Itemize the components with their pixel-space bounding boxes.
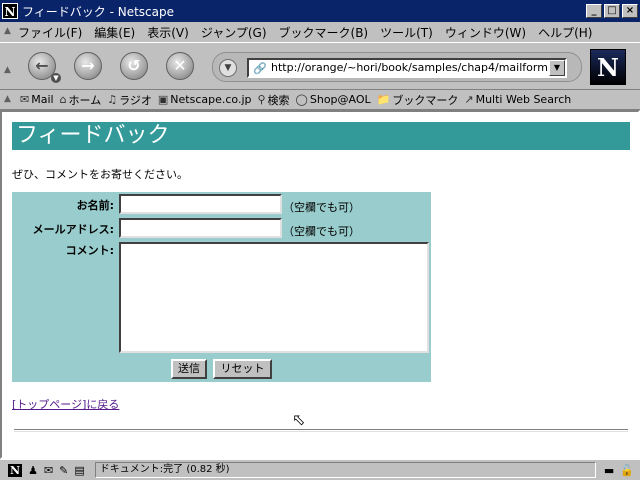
menu-file[interactable]: ファイル(F) <box>18 24 82 41</box>
submit-button[interactable]: 送信 <box>171 359 207 379</box>
stop-icon: ✕ <box>173 56 187 75</box>
collapse-grip-icon[interactable]: ▲ <box>4 26 12 38</box>
page-title: フィードバック <box>16 123 170 148</box>
reload-icon: ↺ <box>127 56 141 75</box>
comment-textarea[interactable] <box>119 242 429 353</box>
page-content: フィードバック ぜひ、コメントをお寄せください。 お名前: （空欄でも可） メー… <box>0 110 640 459</box>
history-dropdown-icon[interactable]: ▼ <box>51 73 61 83</box>
forward-button[interactable]: → <box>74 52 102 80</box>
netscape-logo[interactable]: N <box>590 49 626 85</box>
toolbar-netscape-jp[interactable]: ▣ Netscape.co.jp <box>158 93 252 106</box>
back-to-top-link[interactable]: [トップページ]に戻る <box>12 396 119 412</box>
toolbar-mail[interactable]: ✉ Mail <box>20 93 54 106</box>
toolbar-search-label: 検索 <box>267 93 290 107</box>
mail-icon: ✉ <box>20 93 30 106</box>
location-bar: ▼ 🔗 http://orange/~hori/book/samples/cha… <box>212 52 582 82</box>
toolbar-multi-web-search[interactable]: ↗ Multi Web Search <box>464 93 571 106</box>
close-button[interactable]: × <box>622 4 638 18</box>
menu-view[interactable]: 表示(V) <box>147 24 189 41</box>
navigation-toolbar: ▲ ← ▼ → ↺ ✕ ▼ 🔗 http://orange/~hori/book… <box>0 42 640 90</box>
email-label: メールアドレス: <box>32 223 114 236</box>
my-netscape-icon: ▣ <box>157 93 169 106</box>
name-optional-note: （空欄でも可） <box>283 201 360 214</box>
horizontal-rule <box>14 429 628 432</box>
stop-button[interactable]: ✕ <box>166 52 194 80</box>
mail-icon[interactable]: ✉ <box>44 464 53 477</box>
toolbar-home-label: ホーム <box>68 93 102 107</box>
collapse-grip-icon[interactable]: ▲ <box>4 94 11 104</box>
toolbar-multi-web-search-label: Multi Web Search <box>475 93 572 106</box>
email-optional-note: （空欄でも可） <box>283 225 360 238</box>
menu-tools[interactable]: ツール(T) <box>380 24 433 41</box>
menu-bar: ▲ ファイル(F) 編集(E) 表示(V) ジャンプ(G) ブックマーク(B) … <box>0 22 640 42</box>
collapse-grip-icon[interactable]: ▲ <box>4 65 11 75</box>
security-lock-icon[interactable]: 🔓 <box>620 464 634 477</box>
maximize-button[interactable]: □ <box>604 4 620 18</box>
netscape-navigator-icon[interactable]: N <box>8 463 23 477</box>
toolbar-bookmarks-label: ブックマーク <box>392 93 459 107</box>
aim-icon[interactable]: ♟ <box>28 464 38 477</box>
online-status-icon: ▬ <box>603 463 615 477</box>
minimize-button[interactable]: _ <box>586 4 602 18</box>
mouse-pointer-icon: ⬁ <box>292 410 306 429</box>
toolbar-mail-label: Mail <box>31 93 54 106</box>
back-arrow-icon: ← <box>35 56 49 75</box>
title-bar: N フィードバック - Netscape _ □ × <box>0 0 640 22</box>
name-label: お名前: <box>76 199 114 212</box>
comment-label: コメント: <box>65 244 114 257</box>
toolbar-netscape-jp-label: Netscape.co.jp <box>170 93 252 106</box>
toolbar-home[interactable]: ⌂ ホーム <box>60 92 102 108</box>
menu-go[interactable]: ジャンプ(G) <box>201 24 267 41</box>
toolbar-bookmarks[interactable]: 📁 ブックマーク <box>377 92 459 108</box>
personal-toolbar: ▲ ✉ Mail ⌂ ホーム ♫ ラジオ ▣ Netscape.co.jp ⚲ 検索 ◯ S… <box>0 90 640 110</box>
netscape-app-icon: N <box>2 3 18 19</box>
home-icon: ⌂ <box>59 93 67 106</box>
search-icon: ⚲ <box>257 93 266 106</box>
url-text: http://orange/~hori/book/samples/chap4/m… <box>271 61 567 74</box>
folder-icon: 📁 <box>376 93 391 106</box>
name-input[interactable] <box>119 194 282 214</box>
link-icon: ↗ <box>464 93 474 106</box>
toolbar-radio[interactable]: ♫ ラジオ <box>107 92 152 108</box>
url-history-dropdown-icon[interactable]: ▼ <box>549 60 565 76</box>
menu-bookmarks[interactable]: ブックマーク(B) <box>279 24 369 41</box>
menu-help[interactable]: ヘルプ(H) <box>538 24 592 41</box>
aol-icon: ◯ <box>295 93 308 106</box>
reset-button[interactable]: リセット <box>213 359 272 379</box>
status-text: ドキュメント:完了 (0.82 秒) <box>94 462 596 478</box>
back-button[interactable]: ← ▼ <box>28 52 61 83</box>
toolbar-search[interactable]: ⚲ 検索 <box>257 92 289 108</box>
forward-arrow-icon: → <box>81 56 95 75</box>
menu-window[interactable]: ウィンドウ(W) <box>445 24 526 41</box>
toolbar-shop-aol-label: Shop@AOL <box>309 93 371 106</box>
intro-text: ぜひ、コメントをお寄せください。 <box>12 168 188 181</box>
window-title: フィードバック - Netscape <box>22 4 174 19</box>
toolbar-shop-aol[interactable]: ◯ Shop@AOL <box>296 93 371 106</box>
page-proxy-icon[interactable]: 🔗 <box>253 62 267 75</box>
composer-icon[interactable]: ✎ <box>59 464 68 477</box>
address-book-icon[interactable]: ▤ <box>74 464 84 477</box>
reload-button[interactable]: ↺ <box>120 52 148 80</box>
email-input[interactable] <box>119 218 282 238</box>
url-input[interactable]: 🔗 http://orange/~hori/book/samples/chap4… <box>247 58 567 78</box>
feedback-form: お名前: （空欄でも可） メールアドレス: （空欄でも可） コメント: 送信 リ… <box>12 192 431 382</box>
page-header: フィードバック <box>12 122 630 150</box>
bookmark-dropdown-icon[interactable]: ▼ <box>219 59 237 77</box>
toolbar-radio-label: ラジオ <box>119 93 152 107</box>
status-bar: N ♟ ✉ ✎ ▤ ドキュメント:完了 (0.82 秒) ▬ 🔓 <box>0 459 640 480</box>
radio-icon: ♫ <box>107 93 118 106</box>
menu-edit[interactable]: 編集(E) <box>94 24 135 41</box>
